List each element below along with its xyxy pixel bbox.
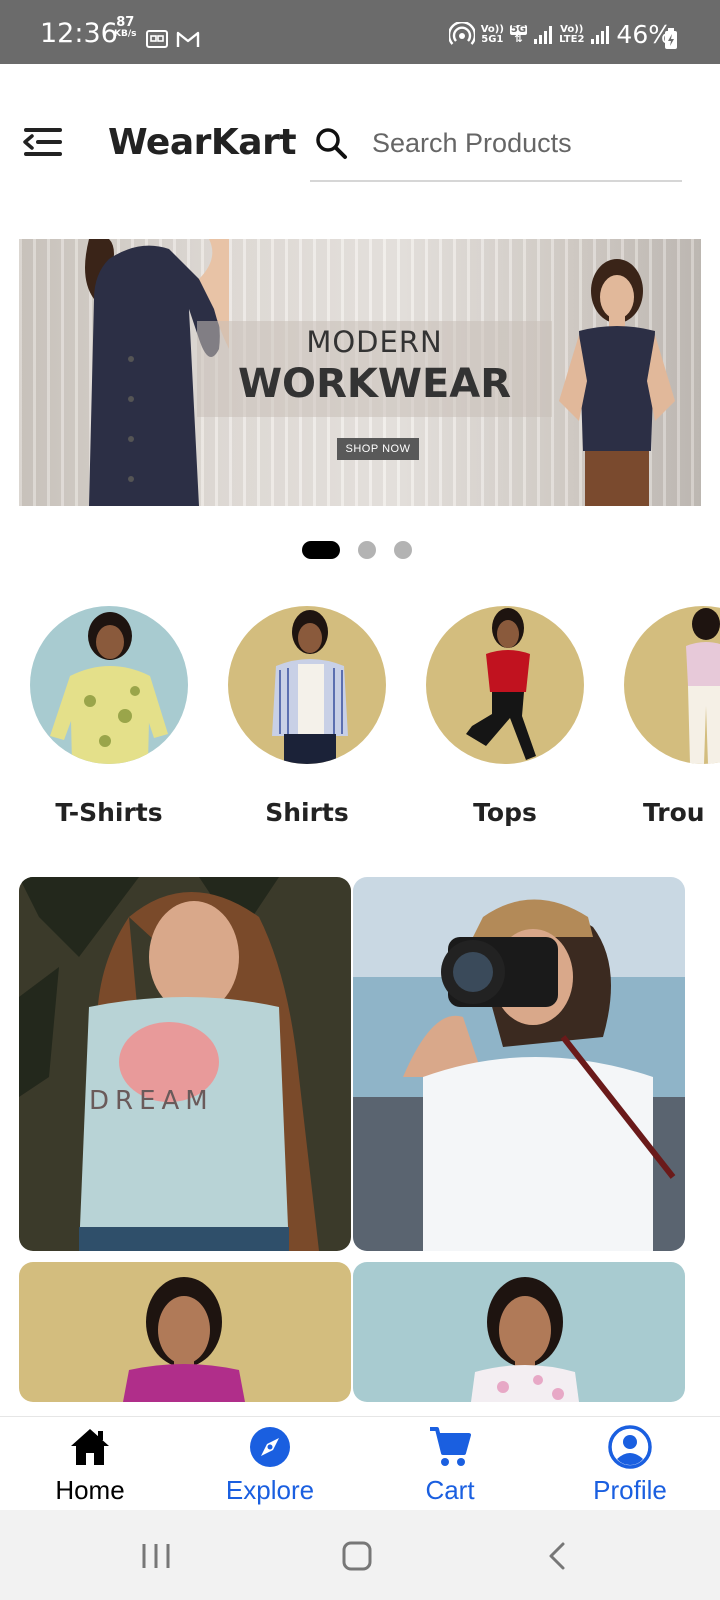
carousel-dot-3[interactable]: [394, 541, 412, 559]
carousel-dot-2[interactable]: [358, 541, 376, 559]
home-button-icon[interactable]: [337, 1536, 377, 1576]
home-icon: [71, 1429, 109, 1465]
brand-title: WearKart: [108, 122, 297, 163]
signal-icon-sim2: [591, 25, 610, 44]
signal-icon-sim1: [534, 25, 553, 44]
search-icon[interactable]: [314, 126, 348, 160]
product-image: DREAM: [19, 877, 351, 1251]
product-image: [19, 1262, 351, 1402]
nav-label: Cart: [425, 1475, 475, 1505]
search-input[interactable]: [372, 122, 672, 164]
search-bar[interactable]: [310, 106, 682, 182]
network-speed: 87 KB/s: [114, 15, 137, 39]
battery-icon: [665, 28, 677, 49]
category-label: Tops: [473, 798, 537, 827]
category-list: T-Shirts Shirts Tops Trou: [0, 606, 720, 846]
cart-icon: [430, 1427, 471, 1466]
bottom-navigation: Home Explore Cart Profile: [0, 1416, 720, 1510]
gmail-icon: [176, 31, 200, 47]
banner-line1: MODERN: [306, 325, 443, 359]
category-label: Shirts: [265, 798, 349, 827]
category-label: Trou: [643, 798, 705, 827]
category-label: T-Shirts: [55, 798, 163, 827]
back-icon[interactable]: [539, 1536, 579, 1576]
product-card[interactable]: [353, 877, 685, 1251]
nav-label: Profile: [593, 1475, 667, 1505]
category-image: [426, 606, 584, 764]
category-tops[interactable]: Tops: [405, 606, 605, 827]
recent-apps-icon[interactable]: [136, 1536, 176, 1576]
category-shirts[interactable]: Shirts: [207, 606, 407, 827]
category-image: [228, 606, 386, 764]
app-header: WearKart: [0, 64, 720, 214]
category-trousers[interactable]: Trou: [603, 606, 720, 827]
product-card[interactable]: [19, 1262, 351, 1402]
5g-indicator: 5G ⇅: [509, 23, 528, 45]
nav-home[interactable]: Home: [0, 1417, 180, 1511]
compass-icon: [250, 1427, 290, 1467]
banner-model-right-image: [559, 259, 675, 506]
hotspot-icon: [448, 21, 475, 45]
system-navigation-bar: [0, 1510, 720, 1600]
product-card[interactable]: DREAM: [19, 877, 351, 1251]
profile-icon: [608, 1425, 652, 1469]
promo-banner[interactable]: MODERN WORKWEAR SHOP NOW: [19, 239, 701, 506]
category-tshirts[interactable]: T-Shirts: [9, 606, 209, 827]
carousel-dots: [302, 541, 412, 559]
banner-line2: WORKWEAR: [237, 361, 512, 407]
nav-profile[interactable]: Profile: [540, 1417, 720, 1511]
product-card[interactable]: [353, 1262, 685, 1402]
menu-icon[interactable]: [18, 122, 66, 162]
volte2-indicator: Vo)) LTE2: [559, 23, 585, 45]
screen-record-icon: [146, 30, 168, 48]
nav-cart[interactable]: Cart: [360, 1417, 540, 1511]
svg-text:DREAM: DREAM: [89, 1086, 214, 1116]
category-image: [624, 606, 720, 764]
nav-label: Home: [55, 1475, 125, 1505]
carousel-dot-1[interactable]: [302, 541, 340, 559]
product-image: [353, 877, 685, 1251]
category-image: [30, 606, 188, 764]
shop-now-button[interactable]: SHOP NOW: [337, 438, 419, 460]
nav-explore[interactable]: Explore: [180, 1417, 360, 1511]
nav-label: Explore: [225, 1475, 315, 1505]
volte1-indicator: Vo)) 5G1: [480, 23, 504, 45]
product-image: [353, 1262, 685, 1402]
status-right-group: Vo)) 5G1 5G ⇅ Vo)) LTE2 46%: [448, 20, 672, 49]
status-time: 12:36: [40, 18, 118, 49]
status-bar: 12:36 87 KB/s Vo)) 5G1 5G ⇅ Vo)) LTE2 46…: [0, 0, 720, 64]
